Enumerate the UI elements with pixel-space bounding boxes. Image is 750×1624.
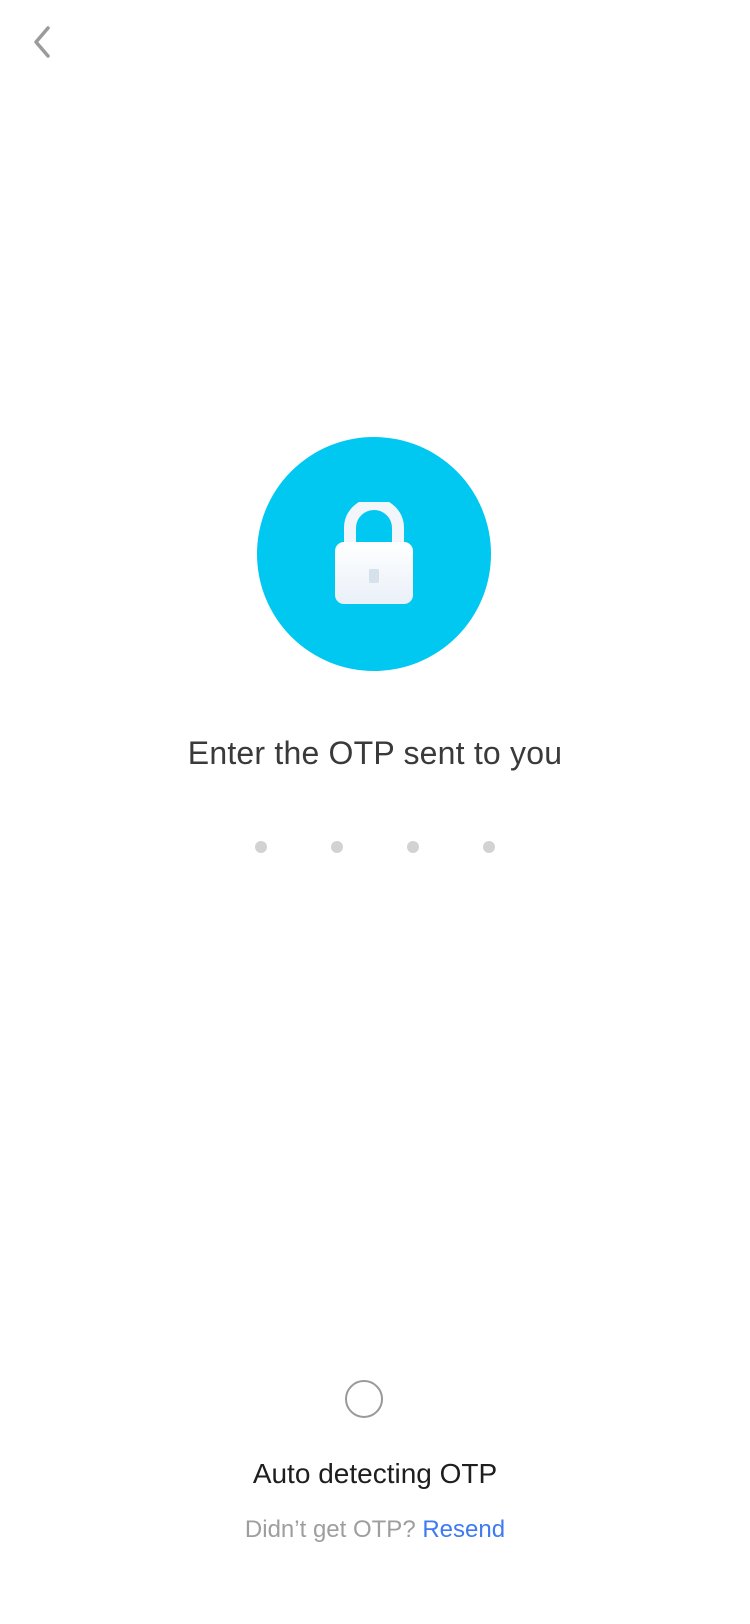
otp-digit-3[interactable] — [407, 841, 419, 853]
didnt-get-otp-text: Didn’t get OTP? — [244, 1516, 416, 1543]
otp-title: Enter the OTP sent to you — [187, 735, 563, 771]
otp-digit-2[interactable] — [331, 841, 343, 853]
otp-input[interactable] — [255, 839, 495, 855]
resend-row: Didn’t get OTP? Resend — [0, 1516, 750, 1544]
chevron-left-icon — [34, 26, 50, 58]
spinner-icon — [345, 1380, 383, 1418]
back-button[interactable] — [22, 22, 62, 62]
otp-digit-4[interactable] — [483, 841, 495, 853]
lock-icon — [335, 502, 413, 604]
auto-detect-status: Auto detecting OTP — [252, 1458, 498, 1489]
resend-link[interactable]: Resend — [422, 1516, 505, 1543]
otp-digit-1[interactable] — [255, 841, 267, 853]
lock-badge — [257, 437, 491, 671]
